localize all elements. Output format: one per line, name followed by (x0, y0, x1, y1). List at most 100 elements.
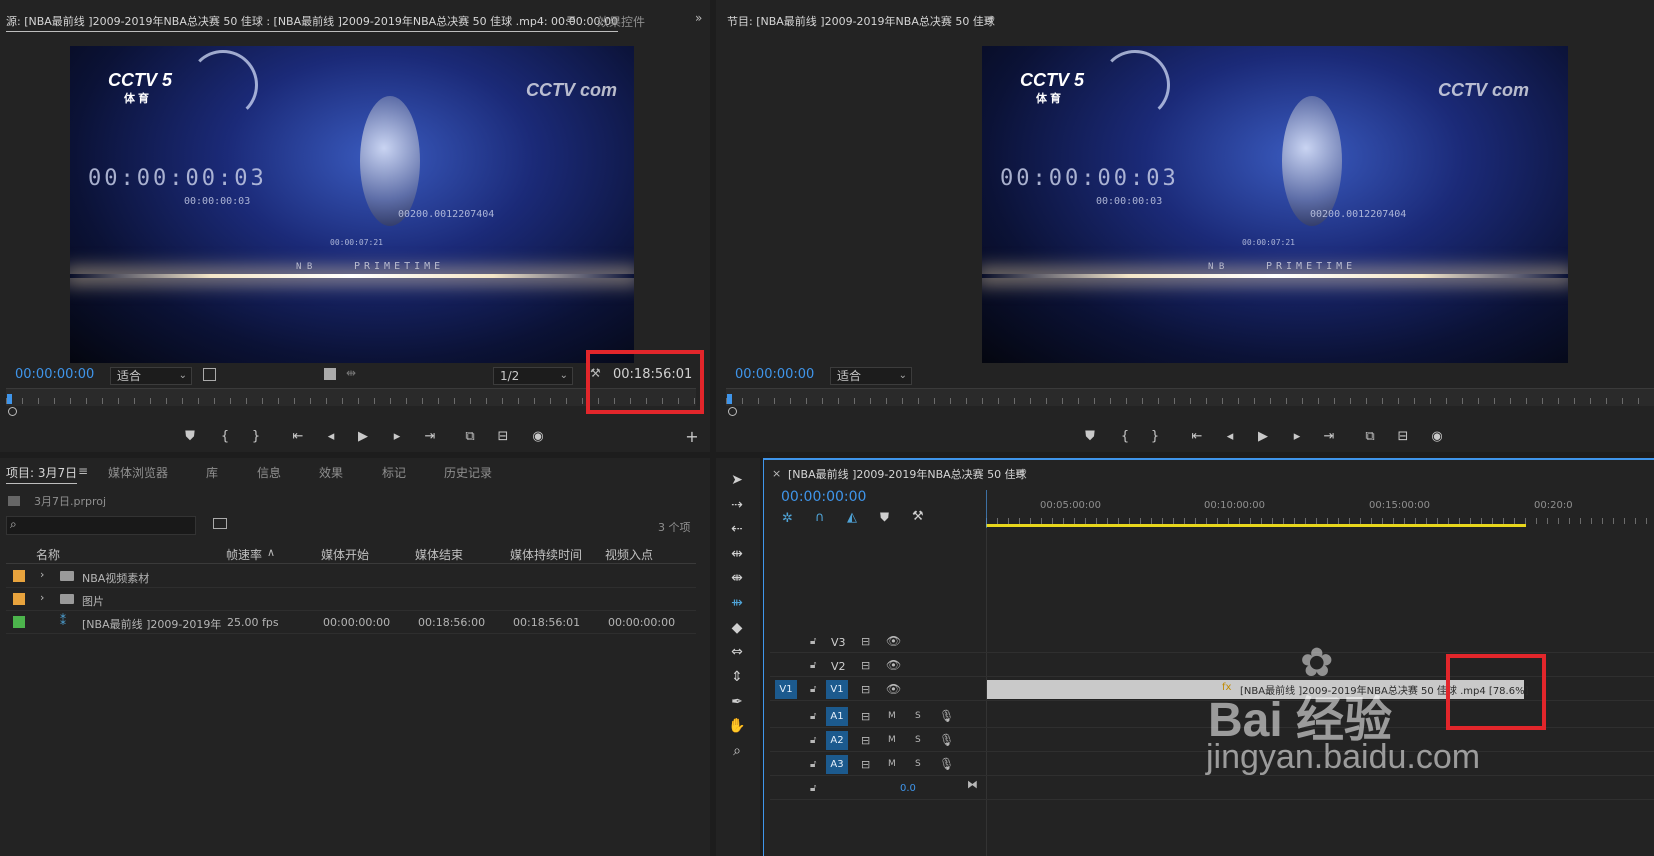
tab-markers[interactable]: 标记 (382, 464, 406, 481)
mark-out-button[interactable]: } (1144, 428, 1166, 446)
column-video-in[interactable]: 视频入点 (605, 546, 653, 563)
slide-tool-icon[interactable]: ⇔ (726, 644, 748, 660)
timeline-menu-icon[interactable]: ≡ (1015, 465, 1025, 479)
lock-icon[interactable]: 🔓︎ (810, 711, 816, 722)
step-back-button[interactable]: ◂ (320, 428, 342, 446)
program-timecode-current[interactable]: 00:00:00:00 (735, 367, 814, 382)
project-menu-icon[interactable]: ≡ (78, 464, 88, 478)
camera-icon[interactable]: ◉ (1426, 428, 1448, 446)
lock-icon[interactable]: 🔓︎ (810, 636, 816, 647)
solo-button[interactable]: S (915, 735, 921, 745)
tab-history[interactable]: 历史记录 (444, 464, 492, 481)
program-menu-icon[interactable]: ≡ (984, 12, 994, 26)
source-menu-icon[interactable]: ≡ (566, 12, 576, 26)
mark-in-button[interactable]: { (1114, 428, 1136, 446)
chevron-right-icon[interactable]: › (40, 591, 44, 604)
microphone-icon[interactable]: 🎙︎ (939, 757, 954, 771)
label-color-swatch[interactable] (13, 616, 25, 628)
eye-icon[interactable]: 👁︎ (886, 634, 901, 648)
mark-out-button[interactable]: } (245, 428, 267, 446)
tab-project[interactable]: 项目: 3月7日 (6, 464, 78, 484)
double-chevron-right-icon[interactable]: » (695, 11, 702, 25)
tab-library[interactable]: 库 (206, 464, 218, 481)
selection-tool-icon[interactable]: ➤ (726, 472, 748, 488)
solo-button[interactable]: S (915, 711, 921, 721)
go-to-out-button[interactable]: ⇥ (1318, 428, 1340, 446)
work-area-bar[interactable] (986, 524, 1526, 527)
step-forward-button[interactable]: ▸ (386, 428, 408, 446)
source-timecode-current[interactable]: 00:00:00:00 (15, 367, 94, 382)
linked-selection-icon[interactable]: ◭ (847, 510, 857, 525)
marker-button[interactable]: ⛊ (179, 428, 201, 446)
column-media-start[interactable]: 媒体开始 (321, 546, 369, 563)
extract-button[interactable]: ⊟ (1392, 428, 1414, 446)
lock-icon[interactable]: 🔓︎ (810, 783, 816, 794)
ripple-edit-tool-icon[interactable]: ⇠ (726, 521, 748, 537)
playhead-marker[interactable] (727, 394, 732, 404)
column-media-duration[interactable]: 媒体持续时间 (510, 546, 582, 563)
go-to-in-button[interactable]: ⇤ (1186, 428, 1208, 446)
sync-lock-icon[interactable]: ⊟ (861, 635, 870, 648)
lock-icon[interactable]: 🔓︎ (810, 759, 816, 770)
nest-icon[interactable]: ✲ (782, 511, 793, 526)
sync-lock-icon[interactable]: ⊟ (861, 659, 870, 672)
pen-tool-icon[interactable]: ⇕ (726, 669, 748, 685)
track-label[interactable]: A2 (826, 731, 848, 750)
go-to-out-button[interactable]: ⇥ (419, 428, 441, 446)
play-button[interactable]: ▶ (352, 428, 374, 446)
close-icon[interactable]: × (772, 467, 781, 480)
tab-effect-controls[interactable]: 效果控件 (597, 13, 645, 30)
safe-margin-icon[interactable] (324, 368, 336, 380)
snap-magnet-icon[interactable]: ∩ (815, 510, 825, 525)
zoom-handle-left[interactable] (728, 407, 737, 416)
master-volume[interactable]: 0.0 (900, 783, 916, 794)
chevron-right-icon[interactable]: › (40, 568, 44, 581)
sync-lock-icon[interactable]: ⊟ (861, 710, 870, 723)
drop-frame-icon[interactable]: ⇹ (346, 366, 356, 380)
zoom-handle-left[interactable] (8, 407, 17, 416)
track-label[interactable]: V1 (826, 680, 848, 699)
source-fit-select[interactable]: 适合 ⌄ (110, 367, 192, 385)
mute-button[interactable]: M (888, 711, 896, 721)
solo-button[interactable]: S (915, 759, 921, 769)
column-name[interactable]: 名称 (36, 546, 60, 563)
tab-info[interactable]: 信息 (257, 464, 281, 481)
settings-box-icon[interactable] (203, 368, 216, 381)
mark-in-button[interactable]: { (214, 428, 236, 446)
label-color-swatch[interactable] (13, 593, 25, 605)
lock-icon[interactable]: 🔓︎ (810, 660, 816, 671)
source-monitor-tab[interactable]: 源: [NBA最前线 ]2009-2019年NBA总决赛 50 佳球 : [NB… (6, 13, 619, 32)
search-input[interactable] (6, 516, 196, 535)
hand-tool-icon[interactable]: ✋ (726, 718, 748, 734)
column-frame-rate[interactable]: 帧速率 (226, 546, 262, 563)
overwrite-button[interactable]: ⊟ (492, 428, 514, 446)
eye-icon[interactable]: 👁︎ (886, 682, 901, 696)
timeline-timecode[interactable]: 00:00:00:00 (781, 489, 866, 505)
microphone-icon[interactable]: 🎙︎ (939, 733, 954, 747)
wrench-icon[interactable]: ⚒ (912, 509, 924, 524)
step-forward-button[interactable]: ▸ (1286, 428, 1308, 446)
program-monitor-tab[interactable]: 节目: [NBA最前线 ]2009-2019年NBA总决赛 50 佳球 (727, 13, 995, 29)
program-mini-ruler[interactable] (726, 388, 1654, 406)
add-marker-icon[interactable]: ⛊ (880, 510, 889, 525)
eye-icon[interactable]: 👁︎ (886, 658, 901, 672)
mute-button[interactable]: M (888, 759, 896, 769)
tab-media-browser[interactable]: 媒体浏览器 (108, 464, 168, 481)
lock-icon[interactable]: 🔓︎ (810, 735, 816, 746)
rolling-edit-tool-icon[interactable]: ⇹ (726, 546, 748, 562)
marker-button[interactable]: ⛊ (1079, 428, 1101, 446)
insert-button[interactable]: ⧉ (459, 428, 481, 446)
resolution-select[interactable]: 1/2 ⌄ (493, 367, 573, 385)
go-to-in-button[interactable]: ⇤ (287, 428, 309, 446)
go-to-end-icon[interactable]: ⧓ (967, 778, 978, 791)
sync-lock-icon[interactable]: ⊟ (861, 734, 870, 747)
lift-button[interactable]: ⧉ (1359, 428, 1381, 446)
source-patch-v1[interactable]: V1 (775, 680, 797, 699)
lock-icon[interactable]: 🔓︎ (810, 684, 816, 695)
find-bin-icon[interactable] (213, 518, 227, 529)
camera-icon[interactable]: ◉ (527, 428, 549, 446)
pen-icon[interactable]: ✒ (726, 694, 748, 710)
razor-tool-icon[interactable]: ⇻ (726, 595, 748, 611)
track-v3[interactable] (770, 630, 1654, 653)
playhead-marker[interactable] (7, 394, 12, 404)
